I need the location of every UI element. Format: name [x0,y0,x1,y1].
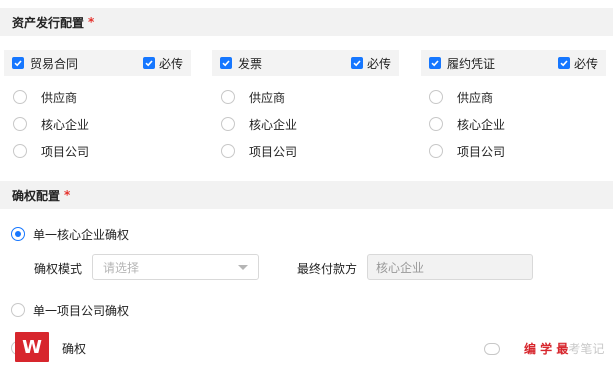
radio-option-project-company[interactable]: 项目公司 [429,142,505,160]
radio-option-core-enterprise[interactable]: 核心企业 [429,115,505,133]
radio-icon[interactable] [429,144,443,158]
radio-label: 单一项目公司确权 [33,303,130,318]
radio-single-core-confirm[interactable]: 单一核心企业确权 [11,225,129,243]
wechat-icon [484,342,500,355]
column-head-trade-contract: 贸易合同 必传 [4,50,191,76]
radio-option-core-enterprise[interactable]: 核心企业 [13,115,89,133]
must-upload-toggle[interactable]: 必传 [350,55,391,72]
must-upload-label: 必传 [158,56,183,71]
chevron-down-icon[interactable] [238,264,248,270]
radio-option-project-company[interactable]: 项目公司 [13,142,89,160]
radio-label: 项目公司 [457,144,506,159]
confirm-config-title: 确权配置 [12,188,61,203]
radio-option-project-company[interactable]: 项目公司 [221,142,297,160]
must-upload-toggle[interactable]: 必传 [142,55,183,72]
doc-type-label: 履约凭证 [447,56,496,71]
radio-icon[interactable] [221,144,235,158]
watermark-text: 编 学 最 考笔记 [484,340,604,357]
confirm-mode-select[interactable]: 请选择 [92,254,259,280]
radio-icon[interactable] [221,117,235,131]
radio-icon[interactable] [429,117,443,131]
radio-icon[interactable] [429,90,443,104]
final-payer-label: 最终付款方 [297,262,358,276]
column-head-performance-voucher: 履约凭证 必传 [421,50,606,76]
radio-label: 确权 [62,341,87,356]
select-placeholder: 请选择 [103,260,140,275]
checkbox-checked-icon[interactable] [142,57,155,69]
checkbox-checked-icon[interactable] [220,57,232,69]
radio-option-supplier[interactable]: 供应商 [429,88,493,106]
radio-option-supplier[interactable]: 供应商 [221,88,285,106]
final-payer-value: 核心企业 [376,260,425,275]
radio-label: 核心企业 [41,117,90,132]
confirm-config-header: 确权配置 * [0,181,613,209]
checkbox-checked-icon[interactable] [557,57,570,69]
doc-type-label: 贸易合同 [30,56,79,71]
radio-label: 项目公司 [41,144,90,159]
radio-option-core-enterprise[interactable]: 核心企业 [221,115,297,133]
radio-label: 项目公司 [249,144,298,159]
required-mark: * [88,15,95,29]
checkbox-checked-icon[interactable] [429,57,441,69]
radio-label: 核心企业 [457,117,506,132]
watermark-red-text: 编 学 最 [524,342,569,356]
watermark-gray-text: 考笔记 [568,342,605,356]
radio-icon[interactable] [11,303,25,317]
radio-label: 单一核心企业确权 [33,227,130,242]
radio-icon[interactable] [13,90,27,104]
confirm-mode-label: 确权模式 [34,262,83,276]
must-upload-label: 必传 [573,56,598,71]
radio-icon[interactable] [13,117,27,131]
radio-label: 供应商 [41,90,78,105]
radio-icon[interactable] [221,90,235,104]
checkbox-checked-icon[interactable] [350,57,363,69]
radio-single-project-confirm[interactable]: 单一项目公司确权 [11,301,129,319]
radio-option-supplier[interactable]: 供应商 [13,88,77,106]
asset-config-title: 资产发行配置 [12,15,85,30]
final-payer-field: 核心企业 [367,254,533,280]
must-upload-toggle[interactable]: 必传 [557,55,598,72]
watermark-logo: W [15,332,49,362]
column-head-invoice: 发票 必传 [212,50,399,76]
doc-type-label: 发票 [238,56,263,71]
watermark-logo-letter: W [22,336,42,358]
radio-icon[interactable] [13,144,27,158]
radio-selected-icon[interactable] [11,227,25,241]
checkbox-checked-icon[interactable] [12,57,24,69]
required-mark: * [64,188,71,202]
radio-label: 供应商 [249,90,286,105]
radio-label: 核心企业 [249,117,298,132]
asset-config-header: 资产发行配置 * [0,8,613,36]
must-upload-label: 必传 [366,56,391,71]
radio-label: 供应商 [457,90,494,105]
